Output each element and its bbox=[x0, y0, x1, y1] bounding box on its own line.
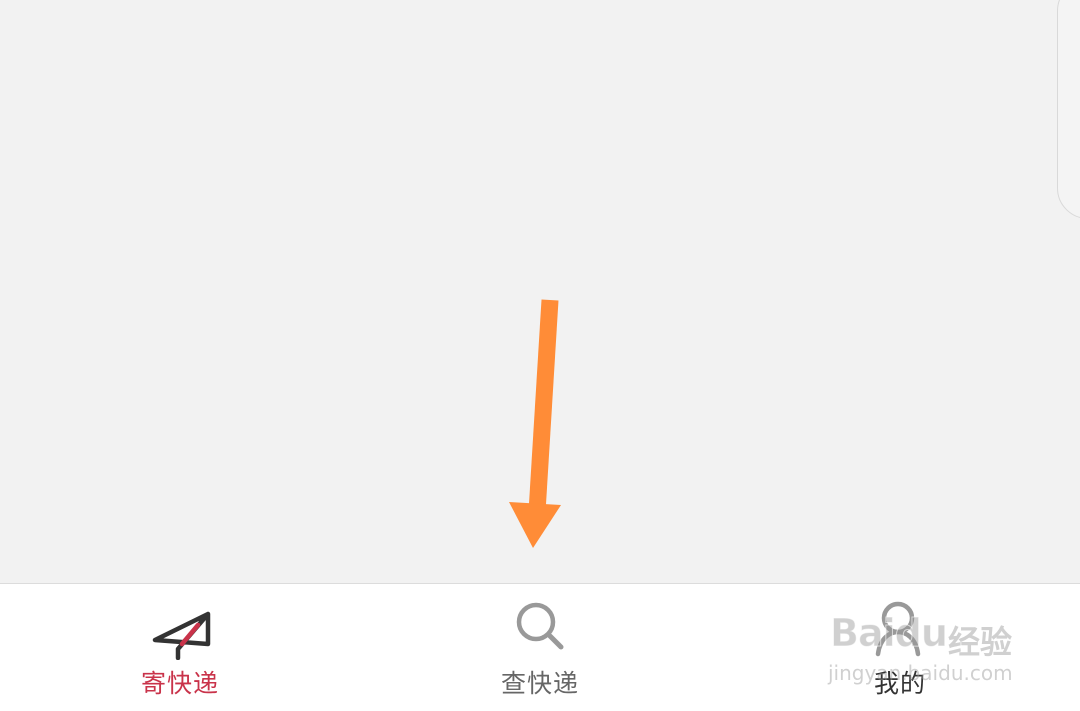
tab-mine[interactable]: 我的 bbox=[800, 584, 1000, 711]
tab-send-express[interactable]: 寄快递 bbox=[80, 584, 280, 711]
bottom-tab-bar: 寄快递 查快递 我的 bbox=[0, 583, 1080, 711]
search-icon bbox=[516, 602, 564, 650]
tab-send-express-label: 寄快递 bbox=[140, 669, 219, 698]
tab-query-express[interactable]: 查快递 bbox=[440, 584, 640, 711]
main-content-area bbox=[0, 0, 1080, 583]
tab-mine-label: 我的 bbox=[873, 669, 926, 698]
paper-plane-icon bbox=[152, 611, 211, 660]
tab-query-express-label: 查快递 bbox=[500, 669, 579, 698]
user-icon bbox=[875, 601, 921, 657]
card-edge bbox=[1057, 0, 1080, 219]
annotation-arrow bbox=[509, 299, 561, 548]
